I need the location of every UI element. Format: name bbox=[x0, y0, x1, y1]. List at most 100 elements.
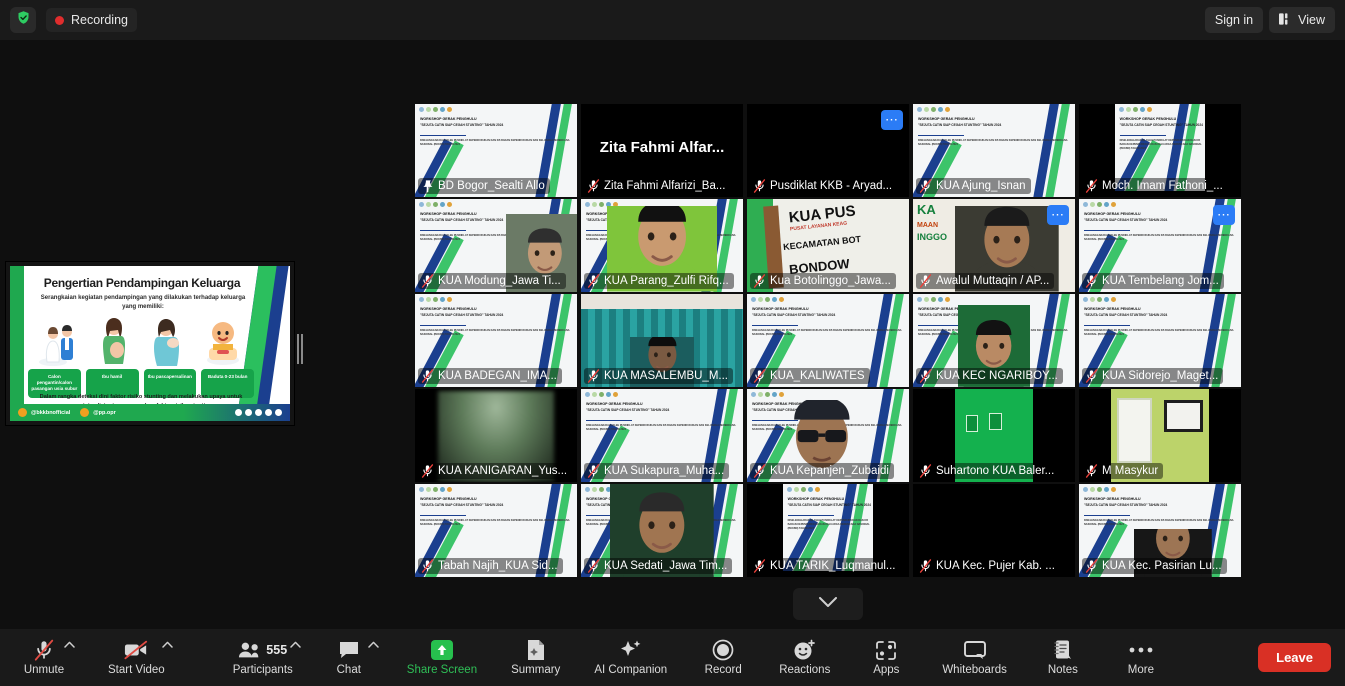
slide-thumb-subheading: "SEJUTA CATIN SIAP CEGAH STUNTING" TAHUN… bbox=[787, 503, 871, 507]
participant-tile[interactable]: Zita Fahmi Alfar... Zita Fahmi Alfarizi_… bbox=[581, 104, 743, 197]
participant-tile[interactable]: KUA PUS PUSAT LAYANAN KEAG KECAMATAN BOT … bbox=[747, 199, 909, 292]
toolbar-notes-button[interactable]: Notes bbox=[1035, 632, 1091, 684]
slide-thumb-heading: WORKSHOP GERAK PENGHULU bbox=[1084, 497, 1141, 501]
chevron-up-icon[interactable] bbox=[289, 638, 303, 652]
toolbar-chat-button[interactable]: Chat bbox=[321, 632, 380, 684]
participant-tile[interactable]: WORKSHOP GERAK PENGHULU "SEJUTA CATIN SI… bbox=[415, 294, 577, 387]
slide-logo-0 bbox=[585, 487, 590, 492]
slide-logo-row bbox=[786, 487, 820, 492]
participant-tile[interactable]: WORKSHOP GERAK PENGHULU "SEJUTA CATIN SI… bbox=[581, 199, 743, 292]
chevron-up-icon[interactable] bbox=[62, 638, 76, 652]
record-icon bbox=[712, 639, 734, 661]
participant-tile[interactable]: WORKSHOP GERAK PENGHULU "SEJUTA CATIN SI… bbox=[1079, 199, 1241, 292]
slide-logo-4 bbox=[779, 392, 784, 397]
slide-thumb-subheading: "SEJUTA CATIN SIAP CEGAH STUNTING" TAHUN… bbox=[1119, 123, 1203, 127]
slide-logo-row bbox=[1118, 107, 1152, 112]
participant-name: KUA Sidorejo_Maget... bbox=[1102, 370, 1219, 382]
slide-logo-row bbox=[419, 487, 452, 492]
participant-tile[interactable]: M Masykur bbox=[1079, 389, 1241, 482]
toolbar-unmute-button[interactable]: Unmute bbox=[16, 632, 75, 684]
toolbar-item-label: Participants bbox=[232, 664, 293, 676]
toolbar-participants-button[interactable]: 555 Participants bbox=[227, 632, 302, 684]
mic-muted-icon bbox=[587, 559, 600, 573]
slide-thumb-subheading: "SEJUTA CATIN SIAP CEGAH STUNTING" TAHUN… bbox=[1084, 503, 1168, 507]
chevron-up-icon[interactable] bbox=[161, 638, 175, 652]
participant-tile[interactable]: KUA Kec. Pujer Kab. ... bbox=[913, 484, 1075, 577]
participant-tile[interactable]: WORKSHOP GERAK PENGHULU "SEJUTA CATIN SI… bbox=[747, 294, 909, 387]
participant-tile[interactable]: KUA MASALEMBU_M... bbox=[581, 294, 743, 387]
slide-thumb-subheading: "SEJUTA CATIN SIAP CEGAH STUNTING" TAHUN… bbox=[1084, 313, 1168, 317]
participant-tile[interactable]: WORKSHOP GERAK PENGHULU "SEJUTA CATIN SI… bbox=[747, 389, 909, 482]
apps-icon bbox=[875, 639, 897, 661]
participant-tile[interactable]: KUA KANIGARAN_Yus... bbox=[415, 389, 577, 482]
security-shield-button[interactable] bbox=[10, 7, 36, 33]
toolbar-more-button[interactable]: More bbox=[1113, 632, 1169, 684]
slide-logo-3 bbox=[1139, 107, 1145, 112]
slide-thumb-subheading: "SEJUTA CATIN SIAP CEGAH STUNTING" TAHUN… bbox=[586, 408, 670, 412]
toolbar-record-button[interactable]: Record bbox=[695, 632, 751, 684]
wall-board bbox=[1163, 400, 1203, 432]
recording-indicator[interactable]: Recording bbox=[46, 8, 137, 32]
slide-logo-3 bbox=[1104, 297, 1109, 302]
participant-tile[interactable]: WORKSHOP GERAK PENGHULU "SEJUTA CATIN SI… bbox=[1079, 294, 1241, 387]
toolbar-start-video-button[interactable]: Start Video bbox=[102, 632, 173, 684]
tile-name-badge: Tabah Najih_KUA Sid... bbox=[418, 558, 563, 574]
share-resize-handle[interactable] bbox=[297, 333, 305, 365]
participant-tile[interactable]: WORKSHOP GERAK PENGHULU "SEJUTA CATIN SI… bbox=[1079, 484, 1241, 577]
next-page-button[interactable] bbox=[793, 588, 863, 620]
slide-logo-0 bbox=[1083, 202, 1088, 207]
participant-tile[interactable]: Suhartono KUA Baler... bbox=[913, 389, 1075, 482]
mic-muted-icon bbox=[753, 179, 766, 193]
slide-thumb-org: DISELENGGARAKAN OLEH PUSDIKLAT KEPENDUDU… bbox=[420, 139, 570, 146]
slide-thumb-rule bbox=[752, 325, 798, 326]
tile-cell: WORKSHOP GERAK PENGHULU "SEJUTA CATIN SI… bbox=[579, 198, 745, 293]
tile-name-badge: KUA MASALEMBU_M... bbox=[584, 368, 733, 384]
toolbar-apps-button[interactable]: Apps bbox=[858, 632, 914, 684]
tile-cell: WORKSHOP GERAK PENGHULU "SEJUTA CATIN SI… bbox=[413, 293, 579, 388]
participant-tile[interactable]: WORKSHOP GERAK PENGHULU "SEJUTA CATIN SI… bbox=[913, 294, 1075, 387]
slide-logo-4 bbox=[779, 297, 784, 302]
participant-tile[interactable]: WORKSHOP GERAK PENGHULU "SEJUTA CATIN SI… bbox=[415, 104, 577, 197]
view-button[interactable]: View bbox=[1269, 7, 1335, 33]
participant-name: KUA Sedati_Jawa Tim... bbox=[604, 560, 728, 572]
slide-logo-2 bbox=[1097, 487, 1102, 492]
instagram-small-icon bbox=[245, 409, 252, 416]
tile-more-options-button[interactable]: ⋯ bbox=[1047, 205, 1069, 225]
participant-tile[interactable]: WORKSHOP GERAK PENGHULU "SEJUTA CATIN SI… bbox=[1079, 104, 1241, 197]
mic-muted-icon bbox=[1085, 274, 1098, 288]
participant-tile[interactable]: ⋯ Pusdiklat KKB - Aryad... bbox=[747, 104, 909, 197]
sign-in-button[interactable]: Sign in bbox=[1204, 7, 1264, 33]
tile-more-options-button[interactable]: ⋯ bbox=[1213, 205, 1235, 225]
toolbar-summary-button[interactable]: Summary bbox=[505, 632, 566, 684]
toolbar-reactions-button[interactable]: Reactions bbox=[773, 632, 836, 684]
tile-more-options-button[interactable]: ⋯ bbox=[881, 110, 903, 130]
leave-button[interactable]: Leave bbox=[1258, 643, 1331, 672]
slide-thumb-subheading: "SEJUTA CATIN SIAP CEGAH STUNTING" TAHUN… bbox=[1084, 218, 1168, 222]
shield-check-icon bbox=[16, 10, 31, 30]
tile-name-badge: KUA Sukapura_Muha... bbox=[584, 463, 730, 479]
slide-logo-3 bbox=[606, 392, 611, 397]
shared-screen-panel[interactable]: Pengertian Pendampingan Keluarga Serangk… bbox=[5, 261, 295, 426]
participant-tile[interactable]: WORKSHOP GERAK PENGHULU "SEJUTA CATIN SI… bbox=[747, 484, 909, 577]
slide-logo-2 bbox=[599, 202, 604, 207]
participant-tile[interactable]: WORKSHOP GERAK PENGHULU "SEJUTA CATIN SI… bbox=[581, 484, 743, 577]
participant-tile[interactable]: WORKSHOP GERAK PENGHULU "SEJUTA CATIN SI… bbox=[913, 104, 1075, 197]
participant-tile[interactable]: KA MAAN INGGO ⋯ Awalul Muttaqin / AP... bbox=[913, 199, 1075, 292]
slide-logo-1 bbox=[1090, 297, 1095, 302]
slide-logo-0 bbox=[917, 107, 922, 112]
slide-logo-0 bbox=[751, 297, 756, 302]
ai-sparkle-icon bbox=[619, 639, 643, 661]
participant-tile[interactable]: WORKSHOP GERAK PENGHULU "SEJUTA CATIN SI… bbox=[415, 199, 577, 292]
slide-thumb-rule bbox=[420, 135, 466, 136]
participant-tile[interactable]: WORKSHOP GERAK PENGHULU "SEJUTA CATIN SI… bbox=[415, 484, 577, 577]
toolbar-ai-companion-button[interactable]: AI Companion bbox=[588, 632, 673, 684]
toolbar-share-screen-button[interactable]: Share Screen bbox=[401, 632, 483, 684]
tile-cell: WORKSHOP GERAK PENGHULU "SEJUTA CATIN SI… bbox=[1077, 483, 1243, 578]
slide-logo-1 bbox=[592, 392, 597, 397]
chevron-up-icon[interactable] bbox=[367, 638, 381, 652]
slide-logo-row bbox=[1083, 297, 1116, 302]
toolbar-whiteboards-button[interactable]: Whiteboards bbox=[936, 632, 1013, 684]
participant-tile[interactable]: WORKSHOP GERAK PENGHULU "SEJUTA CATIN SI… bbox=[581, 389, 743, 482]
mic-muted-icon bbox=[587, 179, 600, 193]
slide-logo-3 bbox=[440, 107, 445, 112]
